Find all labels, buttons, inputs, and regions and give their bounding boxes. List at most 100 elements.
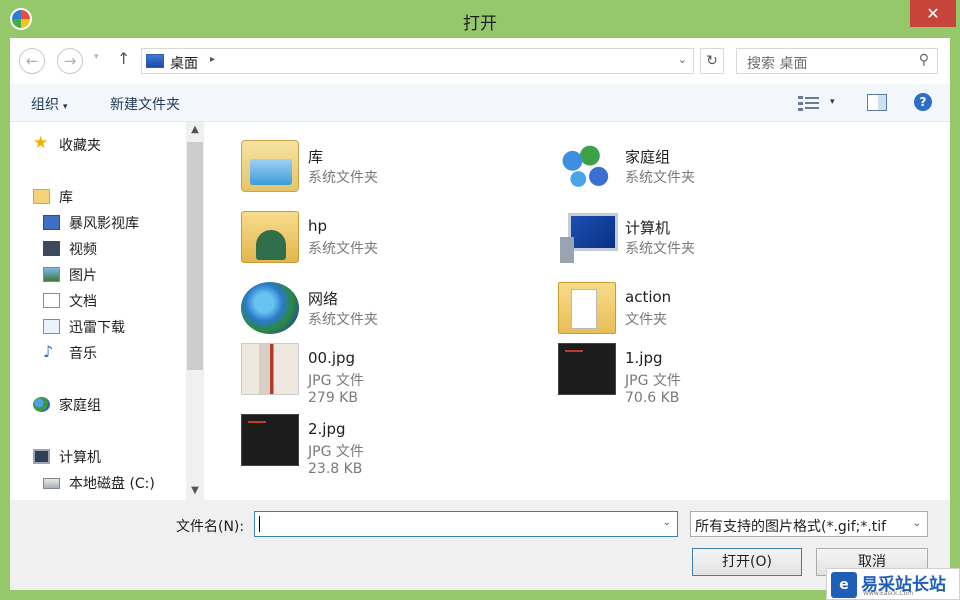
- help-icon[interactable]: ?: [914, 93, 932, 111]
- file-size: 23.8 KB: [308, 461, 363, 477]
- scrollbar-thumb[interactable]: [187, 142, 203, 370]
- view-options-button[interactable]: [797, 94, 819, 112]
- forward-button[interactable]: →: [57, 48, 83, 74]
- watermark-logo-mark: e: [831, 572, 857, 598]
- view-dropdown-icon[interactable]: ▾: [830, 97, 835, 107]
- sidebar-item-label: 迅雷下载: [69, 320, 125, 336]
- file-type: 系统文件夹: [308, 170, 378, 186]
- chevron-down-icon: ▾: [63, 102, 68, 112]
- scroll-down-arrow-icon[interactable]: ▼: [186, 485, 204, 496]
- file-type: JPG 文件: [308, 373, 364, 389]
- view-icon-part: [798, 108, 803, 111]
- file-name: 计算机: [625, 219, 671, 237]
- window-title: 打开: [463, 14, 497, 34]
- file-item[interactable]: 1.jpg JPG 文件 70.6 KB: [533, 337, 833, 406]
- homegroup-icon: [33, 397, 50, 412]
- file-item[interactable]: hp 系统文件夹: [216, 205, 516, 269]
- watermark-logo: e 易采站长站 Www.Easck.Com: [826, 568, 960, 600]
- sidebar-scrollbar[interactable]: ▲ ▼: [186, 122, 204, 500]
- file-item[interactable]: action 文件夹: [533, 276, 833, 340]
- sidebar-item-label: 图片: [69, 268, 97, 284]
- file-name: 网络: [308, 290, 339, 308]
- sidebar-item-label: 收藏夹: [59, 138, 101, 154]
- document-icon: [43, 293, 60, 308]
- file-type: 系统文件夹: [625, 241, 695, 257]
- pictures-icon: [43, 267, 60, 282]
- star-icon: ★: [33, 133, 49, 153]
- preview-pane-button[interactable]: [867, 94, 887, 111]
- new-folder-button[interactable]: 新建文件夹: [110, 94, 180, 114]
- sidebar-item-label: 库: [59, 190, 73, 206]
- computer-icon: [558, 211, 618, 263]
- recent-locations-dropdown[interactable]: ▾: [94, 52, 99, 62]
- filter-dropdown-icon[interactable]: ⌄: [909, 512, 925, 536]
- search-icon[interactable]: ⚲: [919, 52, 929, 68]
- image-thumbnail: [241, 414, 299, 466]
- file-list: 库 系统文件夹 家庭组 系统文件夹 hp 系统文件夹 计算机 系统文件夹 网络: [206, 122, 950, 500]
- filename-dropdown-icon[interactable]: ⌄: [663, 517, 671, 528]
- sidebar-item-label: 家庭组: [59, 398, 101, 414]
- sidebar-item-label: 本地磁盘 (C:): [69, 476, 155, 492]
- file-item[interactable]: 00.jpg JPG 文件 279 KB: [216, 337, 516, 406]
- title-bar[interactable]: 打开 ✕: [0, 0, 960, 38]
- filename-label: 文件名(N):: [176, 519, 245, 535]
- file-item[interactable]: 网络 系统文件夹: [216, 276, 516, 340]
- view-icon: [798, 96, 803, 99]
- navigation-pane: ★ 收藏夹 库 暴风影视库 视频 图片 文档 迅雷下载 ♪ 音乐 家庭组 计算机…: [10, 122, 206, 500]
- file-item[interactable]: 家庭组 系统文件夹: [533, 134, 833, 198]
- file-type-filter-select[interactable]: 所有支持的图片格式(*.gif;*.tif ⌄: [690, 511, 928, 537]
- drive-icon: [43, 478, 60, 489]
- breadcrumb-chevron-icon[interactable]: ▸: [210, 54, 215, 65]
- homegroup-icon: [558, 140, 616, 192]
- file-type: 系统文件夹: [625, 170, 695, 186]
- scroll-up-arrow-icon[interactable]: ▲: [186, 124, 204, 135]
- file-name: action: [625, 288, 672, 306]
- file-name: 家庭组: [625, 148, 671, 166]
- file-name: 1.jpg: [625, 349, 663, 367]
- file-type: 系统文件夹: [308, 241, 378, 257]
- library-icon: [241, 140, 299, 192]
- dialog-footer: 文件名(N): ⌄ 所有支持的图片格式(*.gif;*.tif ⌄ 打开(O) …: [10, 500, 950, 590]
- open-button[interactable]: 打开(O): [692, 548, 802, 576]
- open-file-dialog: 打开 ✕ ← → ▾ ↑ 桌面 ▸ ⌄ ↻ 搜索 桌面 ⚲ 组织 ▾ 新建文件夹…: [0, 0, 960, 600]
- command-bar: 组织 ▾ 新建文件夹 ▾ ?: [10, 84, 950, 122]
- image-thumbnail: [558, 343, 616, 395]
- image-thumbnail: [241, 343, 299, 395]
- download-icon: [43, 319, 60, 334]
- watermark-subtext: Www.Easck.Com: [863, 590, 914, 597]
- file-type-filter-value: 所有支持的图片格式(*.gif;*.tif: [695, 519, 887, 535]
- search-box[interactable]: 搜索 桌面 ⚲: [736, 48, 938, 74]
- file-item[interactable]: 计算机 系统文件夹: [533, 205, 833, 269]
- sidebar-item-label: 暴风影视库: [69, 216, 139, 232]
- file-item[interactable]: 2.jpg JPG 文件 23.8 KB: [216, 408, 516, 477]
- refresh-button[interactable]: ↻: [700, 48, 724, 74]
- organize-label: 组织: [31, 97, 59, 113]
- file-type: 文件夹: [625, 312, 667, 328]
- network-icon: [241, 282, 299, 334]
- view-icon-line: [805, 107, 819, 109]
- file-item[interactable]: 库 系统文件夹: [216, 134, 516, 198]
- close-button[interactable]: ✕: [910, 0, 956, 27]
- text-cursor: [259, 516, 260, 532]
- view-icon-line: [805, 102, 819, 104]
- computer-icon: [33, 449, 50, 464]
- address-bar[interactable]: 桌面 ▸ ⌄: [141, 48, 694, 74]
- organize-menu[interactable]: 组织 ▾: [31, 94, 68, 114]
- breadcrumb-desktop[interactable]: 桌面: [170, 53, 198, 73]
- file-type: JPG 文件: [625, 373, 681, 389]
- filename-input[interactable]: ⌄: [254, 511, 678, 537]
- sidebar-item-label: 文档: [69, 294, 97, 310]
- file-type: 系统文件夹: [308, 312, 378, 328]
- dialog-body: ← → ▾ ↑ 桌面 ▸ ⌄ ↻ 搜索 桌面 ⚲ 组织 ▾ 新建文件夹 ▾ ? …: [10, 38, 950, 590]
- desktop-icon: [146, 54, 164, 68]
- library-icon: [33, 189, 50, 204]
- media-library-icon: [43, 215, 60, 230]
- folder-icon: [558, 282, 616, 334]
- back-button[interactable]: ←: [19, 48, 45, 74]
- music-icon: ♪: [43, 342, 54, 361]
- search-placeholder: 搜索 桌面: [747, 56, 808, 72]
- file-name: 库: [308, 148, 324, 166]
- up-button[interactable]: ↑: [117, 49, 130, 68]
- address-dropdown-icon[interactable]: ⌄: [678, 53, 687, 66]
- user-folder-icon: [241, 211, 299, 263]
